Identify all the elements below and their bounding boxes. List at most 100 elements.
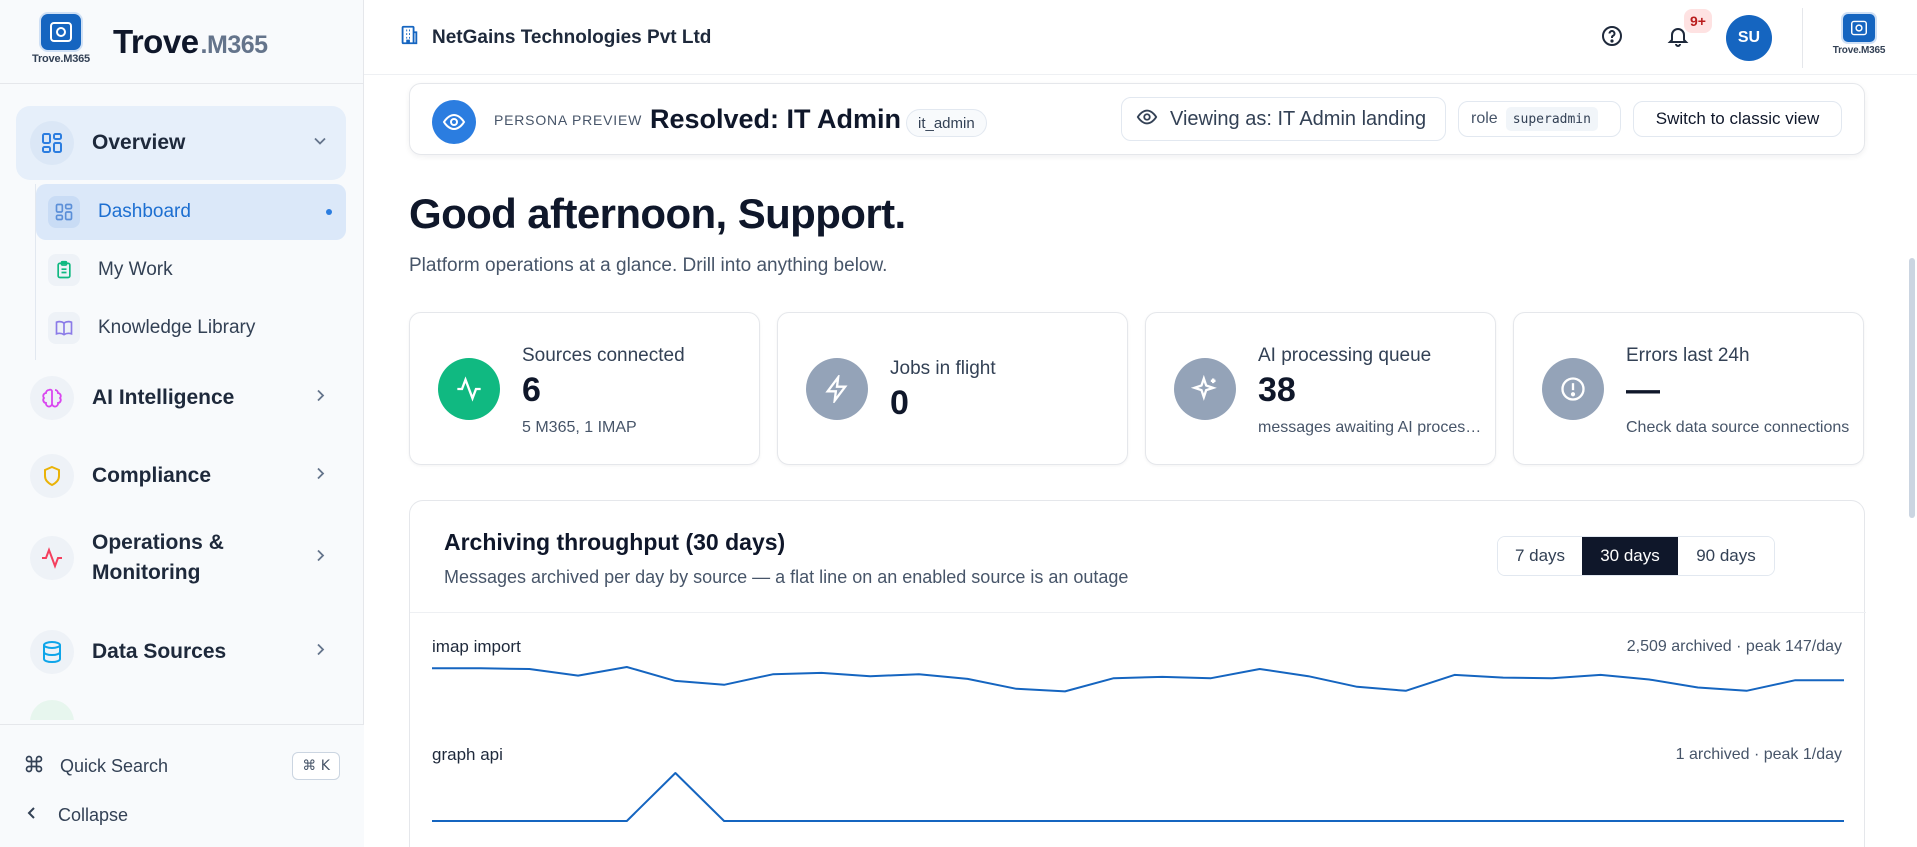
stat-card-ai-queue[interactable]: AI processing queue 38 messages awaiting…: [1145, 312, 1496, 465]
active-dot: [326, 209, 332, 215]
grid-icon: [30, 121, 74, 165]
sidebar-nav: Overview Dashboard My Work Knowledge Lib…: [0, 84, 364, 720]
shield-icon: [30, 454, 74, 498]
sidebar-group-label: Overview: [92, 131, 186, 154]
switch-classic-view-button[interactable]: Switch to classic view: [1633, 101, 1842, 137]
partial-icon: [30, 700, 74, 720]
stat-title: Jobs in flight: [890, 358, 996, 379]
header-logo: Trove.M365: [1824, 14, 1894, 56]
collapse-button[interactable]: Collapse: [24, 805, 128, 826]
sidebar-group-operations-monitoring[interactable]: Operations & Monitoring: [16, 522, 346, 594]
page-scrollbar[interactable]: [1909, 258, 1915, 518]
stat-title: Sources connected: [522, 345, 685, 366]
stat-value: 38: [1258, 371, 1296, 409]
vault-icon: [1843, 14, 1875, 42]
logo-caption: Trove.M365: [32, 52, 90, 65]
sidebar-group-data-sources[interactable]: Data Sources: [16, 624, 346, 680]
panel-divider: [410, 612, 1866, 613]
brand[interactable]: Trove.M365 Trove.M365: [0, 0, 363, 84]
stat-subtext: messages awaiting AI processing: [1258, 419, 1482, 436]
org-switcher[interactable]: NetGains Technologies Pvt Ltd: [398, 24, 711, 51]
zap-icon: [806, 358, 868, 420]
greeting-subtitle: Platform operations at a glance. Drill i…: [409, 255, 888, 276]
brand-name: Trove.M365: [113, 22, 268, 60]
chevron-right-icon: [312, 388, 328, 409]
role-value: superadmin: [1505, 107, 1598, 131]
sidebar-item-dashboard[interactable]: Dashboard: [36, 184, 346, 240]
shortcut-badge: ⌘ K: [292, 752, 340, 780]
eye-icon: [1136, 106, 1158, 133]
activity-icon: [438, 358, 500, 420]
sidebar-group-overview[interactable]: Overview: [16, 106, 346, 180]
eye-icon: [432, 100, 476, 144]
brain-icon: [30, 376, 74, 420]
activity-icon: [30, 536, 74, 580]
clipboard-icon: [48, 254, 80, 286]
stat-value: 0: [890, 384, 909, 422]
stat-value: —: [1626, 371, 1660, 409]
chevron-right-icon: [312, 548, 328, 569]
persona-preview-bar: PERSONA PREVIEW Resolved: IT Admin it_ad…: [409, 83, 1865, 155]
command-icon: [24, 754, 44, 779]
stat-subtext: Check data source connections: [1626, 419, 1850, 436]
collapse-label: Collapse: [58, 805, 129, 825]
header-divider: [1802, 8, 1803, 68]
building-icon: [398, 24, 420, 51]
vault-icon: [41, 13, 81, 50]
help-button[interactable]: [1598, 24, 1626, 52]
grid-icon: [48, 196, 80, 228]
sidebar-item-knowledge-library[interactable]: Knowledge Library: [36, 300, 346, 356]
org-name: NetGains Technologies Pvt Ltd: [432, 26, 712, 48]
series-line: [432, 772, 1844, 822]
sidebar-group-partial[interactable]: [16, 700, 346, 720]
sidebar-group-label: Compliance: [92, 464, 212, 487]
series-label: graph api: [432, 745, 503, 764]
persona-title: Resolved: IT Admin: [650, 104, 902, 134]
series-stat: 1 archived · peak 1/day: [1675, 746, 1842, 763]
stat-card-jobs[interactable]: Jobs in flight 0: [777, 312, 1128, 465]
trove-logo: Trove.M365: [27, 13, 95, 70]
role-label: role: [1471, 110, 1498, 127]
sidebar-item-my-work[interactable]: My Work: [36, 242, 346, 298]
persona-tag: PERSONA PREVIEW: [494, 112, 643, 128]
chevron-left-icon: [24, 805, 40, 826]
chevron-down-icon: [312, 133, 328, 154]
stat-title: AI processing queue: [1258, 345, 1432, 366]
logo-caption: Trove.M365: [1832, 45, 1886, 56]
series-stat: 2,509 archived · peak 147/day: [1626, 638, 1842, 655]
stat-card-sources[interactable]: Sources connected 6 5 M365, 1 IMAP: [409, 312, 760, 465]
sparkline-imap-import: [432, 666, 1844, 693]
stat-title: Errors last 24h: [1626, 345, 1750, 366]
role-indicator: role superadmin: [1458, 101, 1621, 137]
sidebar-group-ai-intelligence[interactable]: AI Intelligence: [16, 370, 346, 426]
panel-subtitle: Messages archived per day by source — a …: [444, 567, 1129, 587]
quick-search-button[interactable]: Quick Search ⌘ K: [24, 751, 340, 781]
sidebar: Trove.M365 Trove.M365 Overview Dashboard: [0, 0, 364, 847]
sidebar-group-label: Operations & Monitoring: [92, 531, 224, 584]
archiving-throughput-panel: Archiving throughput (30 days) Messages …: [409, 500, 1866, 847]
sidebar-item-label: Knowledge Library: [98, 317, 256, 338]
stat-subtext: 5 M365, 1 IMAP: [522, 419, 637, 436]
stat-card-errors[interactable]: Errors last 24h — Check data source conn…: [1513, 312, 1864, 465]
top-header: NetGains Technologies Pvt Ltd 9+ SU Trov…: [364, 0, 1917, 75]
series-line: [432, 666, 1844, 693]
range-option-30-days[interactable]: 30 days: [1582, 537, 1678, 575]
sidebar-group-compliance[interactable]: Compliance: [16, 448, 346, 504]
sparkline-graph-api: [432, 772, 1844, 822]
sparkles-icon: [1174, 358, 1236, 420]
viewing-as-label: Viewing as: IT Admin landing: [1170, 107, 1427, 130]
chevron-right-icon: [312, 466, 328, 487]
help-circle-icon: [1600, 24, 1624, 53]
sidebar-group-label: AI Intelligence: [92, 386, 235, 409]
book-icon: [48, 312, 80, 344]
viewing-as-selector[interactable]: Viewing as: IT Admin landing: [1121, 97, 1446, 141]
persona-code: it_admin: [906, 109, 987, 137]
range-option-90-days[interactable]: 90 days: [1678, 537, 1774, 575]
avatar[interactable]: SU: [1726, 15, 1772, 61]
series-label: imap import: [432, 637, 521, 656]
stat-value: 6: [522, 371, 541, 409]
quick-search-label: Quick Search: [60, 755, 169, 776]
chevron-right-icon: [312, 642, 328, 663]
panel-title: Archiving throughput (30 days): [444, 529, 786, 555]
range-option-7-days[interactable]: 7 days: [1498, 537, 1582, 575]
